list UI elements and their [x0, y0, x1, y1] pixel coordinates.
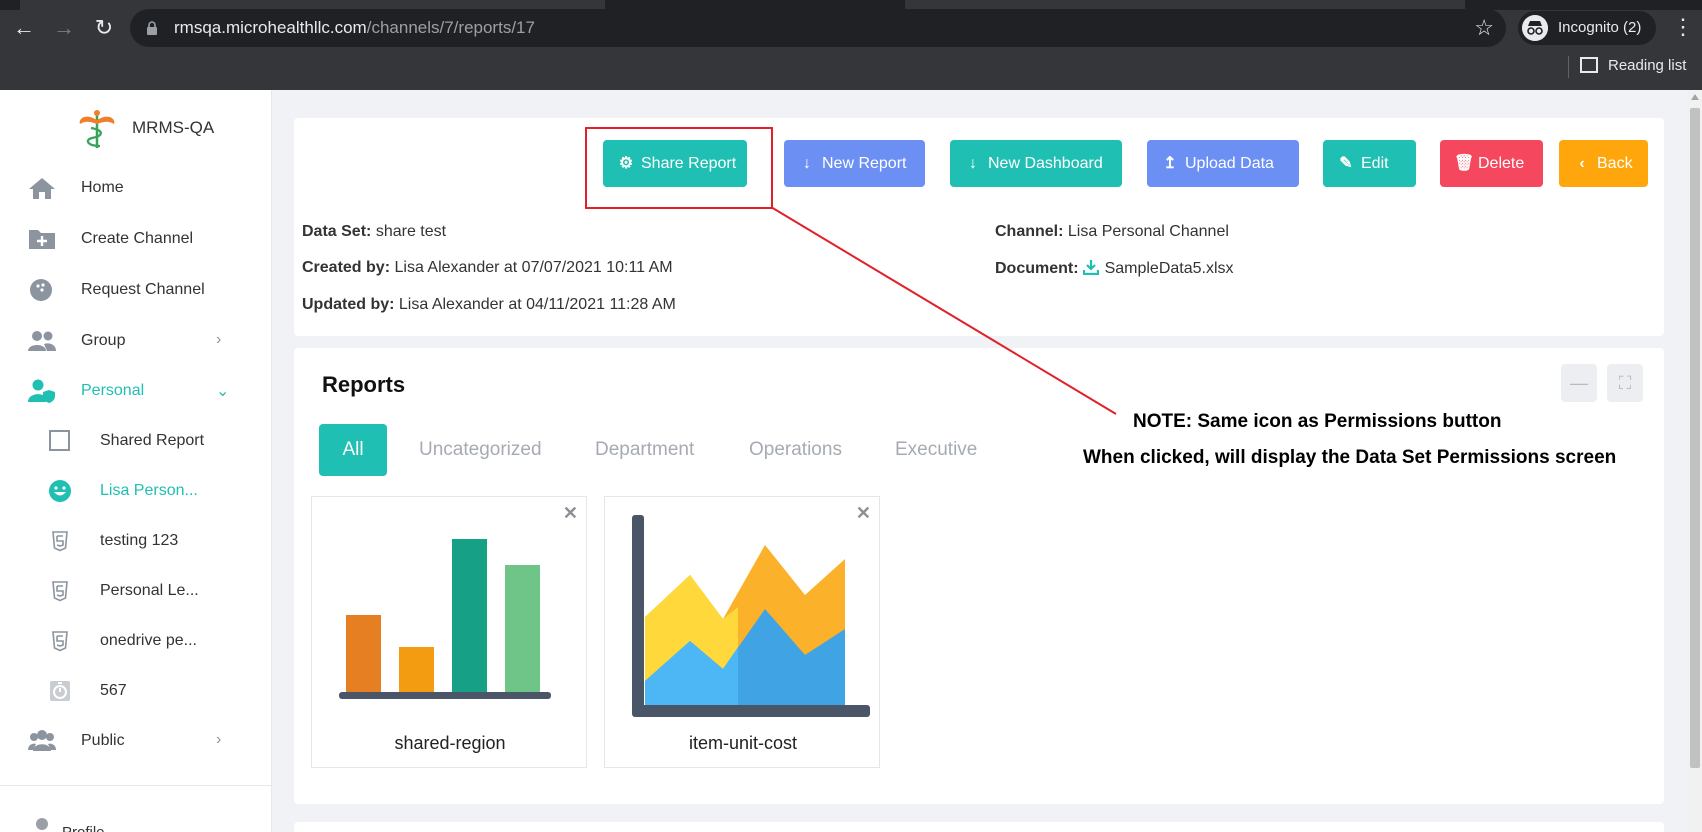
scroll-up-icon[interactable] — [1691, 94, 1699, 100]
annotation-note: NOTE: Same icon as Permissions button — [1133, 411, 1502, 432]
annotation-note: When clicked, will display the Data Set … — [1083, 447, 1617, 468]
page-scrollbar[interactable] — [1688, 90, 1702, 832]
scrollbar-thumb[interactable] — [1690, 108, 1700, 768]
